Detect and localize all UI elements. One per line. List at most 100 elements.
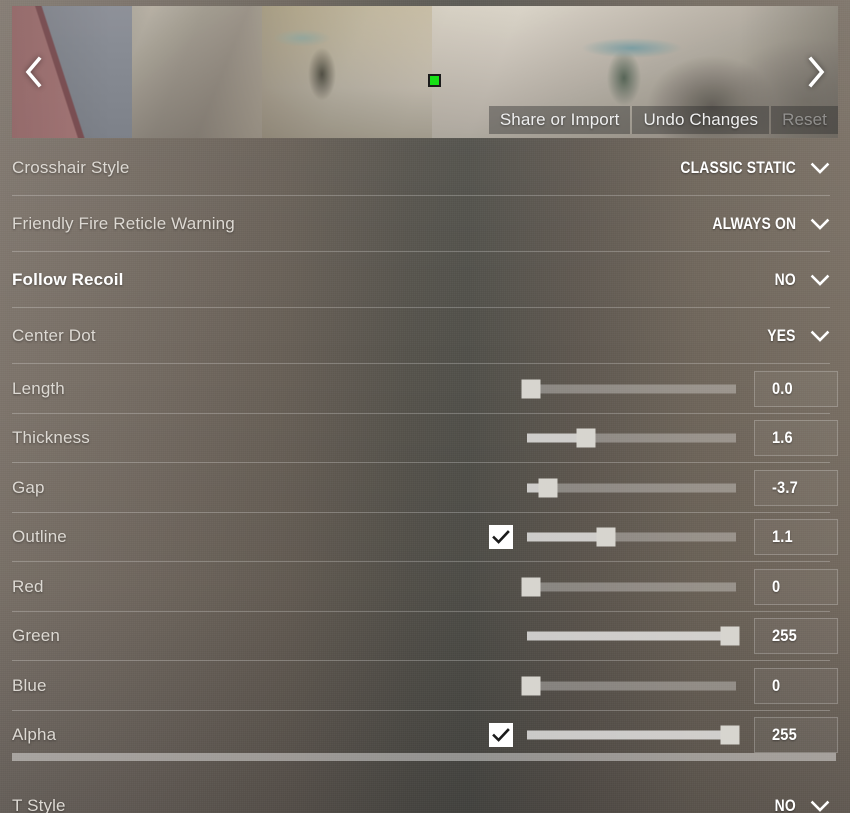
crosshair-settings-page: Share or Import Undo Changes Reset Cross… xyxy=(0,0,850,813)
slider-handle[interactable] xyxy=(720,626,740,646)
share-or-import-button[interactable]: Share or Import xyxy=(488,106,631,134)
value-input-gap[interactable]: -3.7 xyxy=(754,469,838,506)
check-icon xyxy=(492,727,510,743)
slider-alpha[interactable] xyxy=(527,724,740,746)
value-input-green[interactable]: 255 xyxy=(754,618,838,655)
slider-track xyxy=(527,384,736,394)
value-text-red: 0 xyxy=(772,576,781,596)
horizontal-scrollbar[interactable] xyxy=(12,753,836,761)
setting-row-green[interactable]: Green 255 xyxy=(0,612,850,662)
slider-thickness[interactable] xyxy=(527,427,736,449)
slider-handle[interactable] xyxy=(596,527,616,547)
setting-row-red[interactable]: Red 0 xyxy=(0,562,850,612)
slider-blue[interactable] xyxy=(521,675,736,697)
value-input-blue[interactable]: 0 xyxy=(754,667,838,704)
dropdown-follow-recoil[interactable]: No xyxy=(770,270,838,290)
value-input-length[interactable]: 0.0 xyxy=(754,370,838,407)
setting-row-length[interactable]: Length 0.0 xyxy=(0,364,850,414)
checkbox-outline[interactable] xyxy=(489,525,513,550)
setting-label-crosshair-style: Crosshair Style xyxy=(12,158,130,177)
value-text-outline: 1.1 xyxy=(772,527,793,547)
slider-handle[interactable] xyxy=(720,725,740,745)
preview-action-buttons: Share or Import Undo Changes Reset xyxy=(488,106,838,134)
value-text-green: 255 xyxy=(772,626,797,646)
value-text-thickness: 1.6 xyxy=(772,428,793,448)
setting-row-follow-recoil[interactable]: Follow Recoil No xyxy=(0,252,850,308)
setting-row-t-style[interactable]: T Style No xyxy=(0,778,850,813)
dropdown-center-dot[interactable]: Yes xyxy=(761,326,838,346)
checkbox-placeholder xyxy=(489,377,513,401)
slider-fill xyxy=(527,730,730,740)
checkbox-alpha[interactable] xyxy=(489,723,513,748)
setting-label-alpha: Alpha xyxy=(12,725,57,745)
dropdown-crosshair-style[interactable]: Classic Static xyxy=(655,158,838,178)
chevron-down-icon xyxy=(810,218,830,231)
slider-handle[interactable] xyxy=(521,379,541,399)
value-input-red[interactable]: 0 xyxy=(754,568,838,605)
setting-row-blue[interactable]: Blue 0 xyxy=(0,661,850,711)
crosshair-center-dot xyxy=(428,74,441,87)
dropdown-friendly-fire-reticle-warning[interactable]: Always On xyxy=(694,214,838,234)
value-text-length: 0.0 xyxy=(772,378,793,398)
check-icon xyxy=(492,529,510,545)
chevron-down-icon xyxy=(810,800,830,813)
dropdown-value-t-style: No xyxy=(774,796,796,813)
slider-track xyxy=(527,483,736,493)
dropdown-value-center-dot: Yes xyxy=(767,326,796,345)
slider-outline[interactable] xyxy=(527,526,736,548)
setting-label-length: Length xyxy=(12,378,65,398)
setting-label-friendly-fire-reticle-warning: Friendly Fire Reticle Warning xyxy=(12,214,235,233)
setting-label-follow-recoil: Follow Recoil xyxy=(12,270,124,289)
setting-label-t-style: T Style xyxy=(12,796,66,813)
checkbox-placeholder xyxy=(489,674,513,698)
preview-next-button[interactable] xyxy=(798,48,836,96)
setting-row-outline[interactable]: Outline 1.1 xyxy=(0,513,850,563)
setting-label-thickness: Thickness xyxy=(12,428,90,448)
dropdown-value-crosshair-style: Classic Static xyxy=(680,158,796,177)
checkbox-placeholder xyxy=(489,476,513,500)
crosshair-preview: Share or Import Undo Changes Reset xyxy=(12,6,838,138)
slider-handle[interactable] xyxy=(521,676,541,696)
value-text-blue: 0 xyxy=(772,675,781,695)
value-input-thickness[interactable]: 1.6 xyxy=(754,420,838,457)
dropdown-value-friendly-fire-reticle-warning: Always On xyxy=(712,214,796,233)
dropdown-t-style[interactable]: No xyxy=(770,796,838,813)
chevron-right-icon xyxy=(807,56,827,88)
checkbox-placeholder xyxy=(489,575,513,599)
slider-handle[interactable] xyxy=(576,428,596,448)
checkbox-placeholder xyxy=(489,426,513,450)
setting-label-green: Green xyxy=(12,626,60,646)
chevron-down-icon xyxy=(810,274,830,287)
slider-handle[interactable] xyxy=(521,577,541,597)
setting-label-center-dot: Center Dot xyxy=(12,326,96,345)
checkbox-placeholder xyxy=(489,624,513,648)
slider-green[interactable] xyxy=(527,625,740,647)
value-text-alpha: 255 xyxy=(772,725,797,745)
preview-prev-button[interactable] xyxy=(14,48,52,96)
setting-label-blue: Blue xyxy=(12,675,47,695)
undo-changes-button[interactable]: Undo Changes xyxy=(632,106,770,134)
setting-label-red: Red xyxy=(12,576,44,596)
slider-fill xyxy=(527,532,607,542)
slider-red[interactable] xyxy=(521,576,736,598)
chevron-down-icon xyxy=(810,330,830,343)
chevron-left-icon xyxy=(23,56,43,88)
setting-row-thickness[interactable]: Thickness 1.6 xyxy=(0,414,850,464)
slider-fill xyxy=(527,631,730,641)
setting-label-outline: Outline xyxy=(12,527,67,547)
setting-row-crosshair-style[interactable]: Crosshair Style Classic Static xyxy=(0,140,850,196)
slider-track xyxy=(527,681,736,691)
setting-row-gap[interactable]: Gap -3.7 xyxy=(0,463,850,513)
slider-handle[interactable] xyxy=(538,478,558,498)
value-input-alpha[interactable]: 255 xyxy=(754,717,838,754)
setting-row-friendly-fire-reticle-warning[interactable]: Friendly Fire Reticle Warning Always On xyxy=(0,196,850,252)
value-text-gap: -3.7 xyxy=(772,477,798,497)
dropdown-value-follow-recoil: No xyxy=(774,270,796,289)
slider-length[interactable] xyxy=(521,378,736,400)
reset-button[interactable]: Reset xyxy=(771,106,838,134)
settings-list: Crosshair Style Classic Static Friendly … xyxy=(0,140,850,813)
slider-gap[interactable] xyxy=(527,477,736,499)
setting-row-center-dot[interactable]: Center Dot Yes xyxy=(0,308,850,364)
slider-track xyxy=(527,582,736,592)
value-input-outline[interactable]: 1.1 xyxy=(754,519,838,556)
